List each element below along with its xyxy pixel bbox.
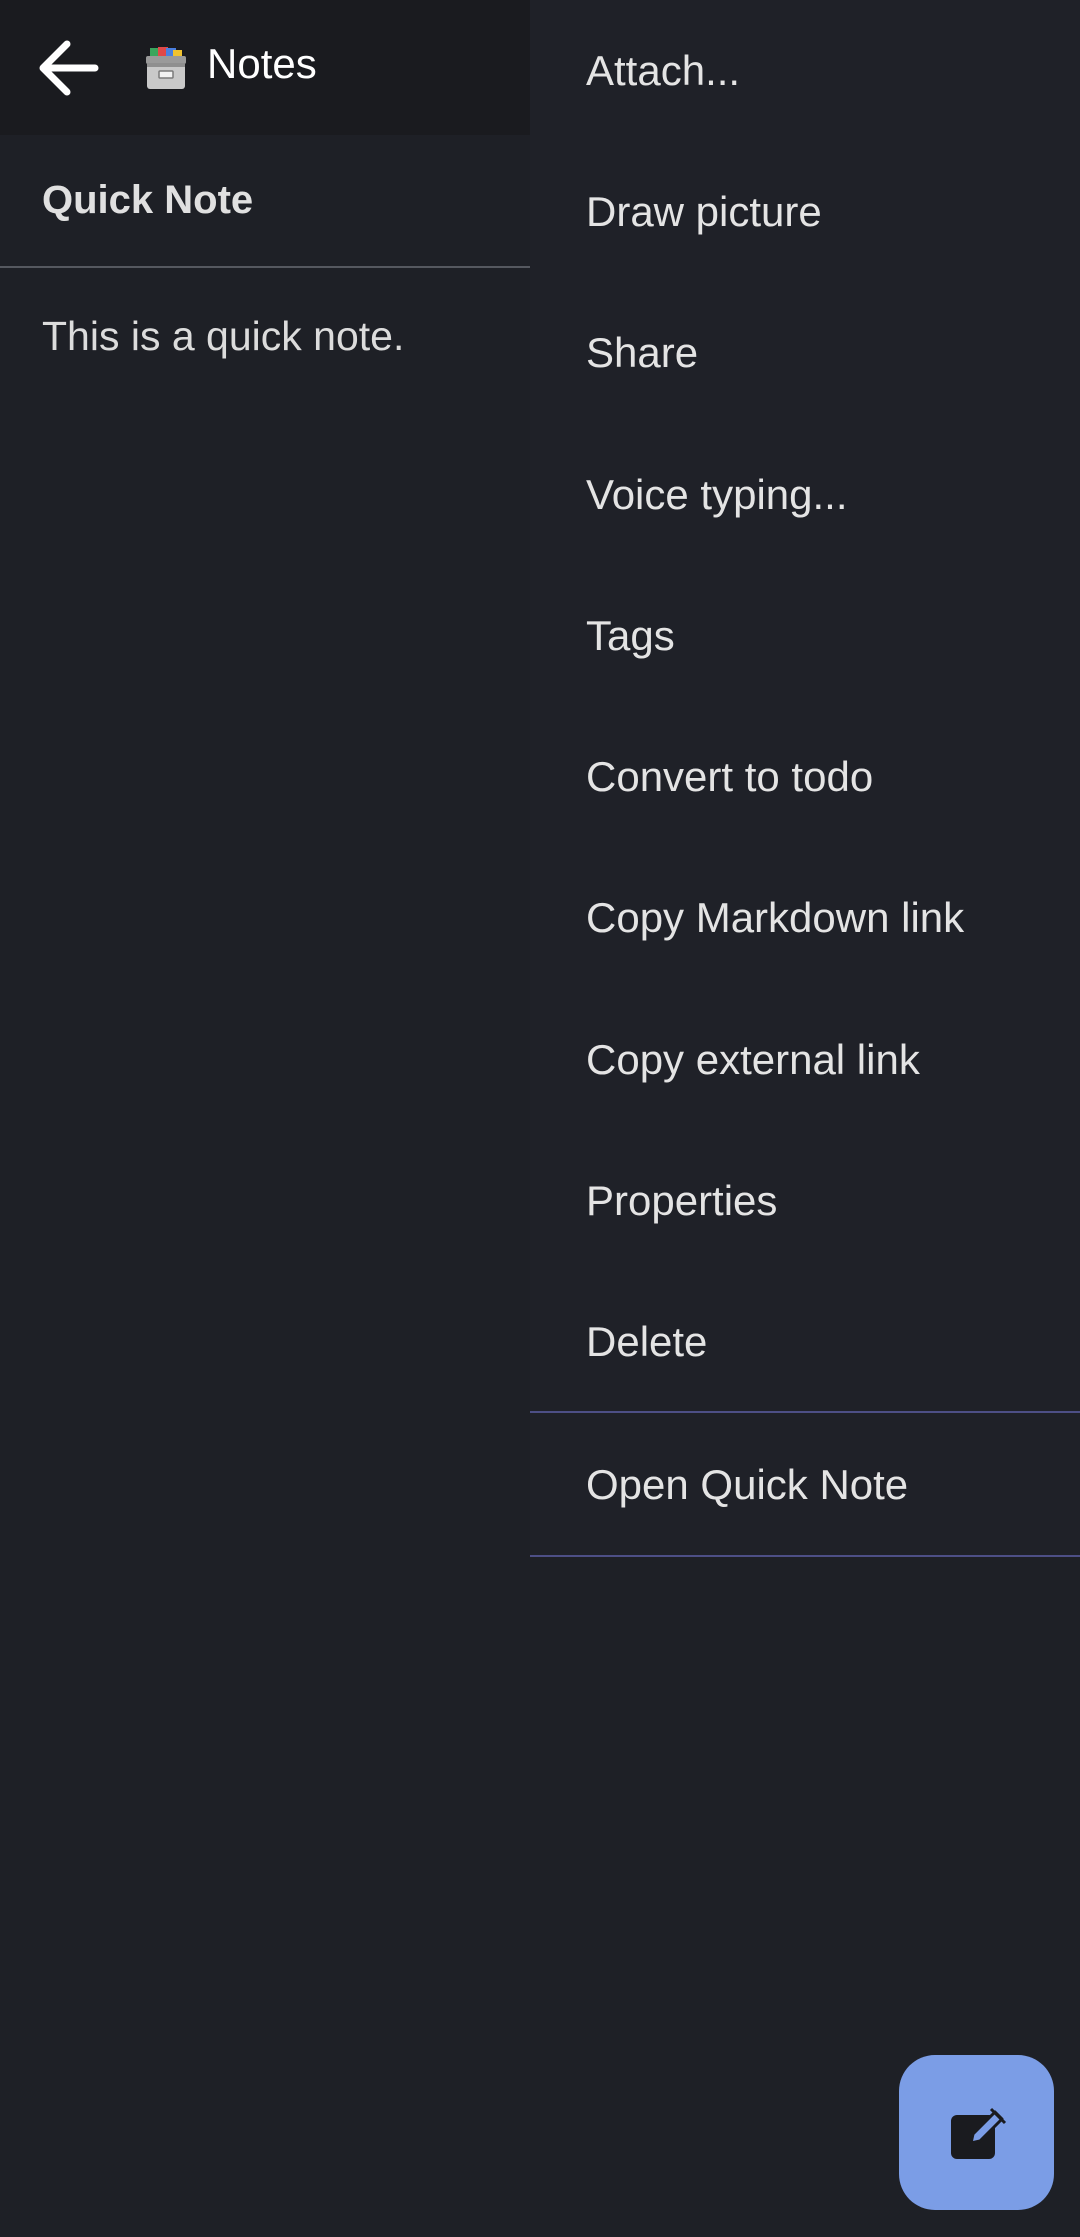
menu-item-convert-to-todo[interactable]: Convert to todo [530, 706, 1080, 847]
menu-item-label: Copy Markdown link [586, 893, 965, 941]
menu-item-label: Attach... [586, 46, 741, 94]
menu-item-label: Copy external link [586, 1035, 920, 1083]
menu-separator [530, 1411, 1080, 1413]
menu-item-delete[interactable]: Delete [530, 1271, 1080, 1412]
menu-item-open-quick-note[interactable]: Open Quick Note [530, 1414, 1080, 1555]
note-title[interactable]: Quick Note [42, 178, 253, 223]
menu-item-label: Properties [586, 1176, 778, 1224]
menu-item-properties[interactable]: Properties [530, 1130, 1080, 1271]
overflow-menu: Attach... Draw picture Share Voice typin… [530, 0, 1080, 1557]
menu-separator [530, 1555, 1080, 1557]
app-header: Notes [0, 0, 530, 135]
back-button[interactable] [30, 30, 106, 106]
menu-item-share[interactable]: Share [530, 282, 1080, 423]
menu-item-copy-markdown-link[interactable]: Copy Markdown link [530, 847, 1080, 988]
edit-note-icon [950, 2107, 1006, 2159]
menu-item-draw-picture[interactable]: Draw picture [530, 141, 1080, 282]
file-cabinet-icon [146, 47, 186, 89]
menu-item-voice-typing[interactable]: Voice typing... [530, 424, 1080, 565]
header-title: Notes [207, 40, 317, 87]
title-divider [0, 266, 530, 268]
note-body[interactable]: This is a quick note. [42, 313, 404, 360]
menu-item-tags[interactable]: Tags [530, 565, 1080, 706]
menu-item-label: Draw picture [586, 187, 822, 235]
menu-item-attach[interactable]: Attach... [530, 0, 1080, 141]
menu-item-label: Delete [586, 1317, 708, 1365]
menu-item-label: Share [586, 328, 699, 376]
arrow-left-icon [39, 40, 99, 96]
new-note-fab[interactable] [899, 2055, 1054, 2210]
menu-item-label: Convert to todo [586, 752, 874, 800]
menu-item-label: Voice typing... [586, 470, 848, 518]
menu-item-copy-external-link[interactable]: Copy external link [530, 989, 1080, 1130]
menu-item-label: Tags [586, 611, 675, 659]
menu-item-label: Open Quick Note [586, 1460, 909, 1508]
